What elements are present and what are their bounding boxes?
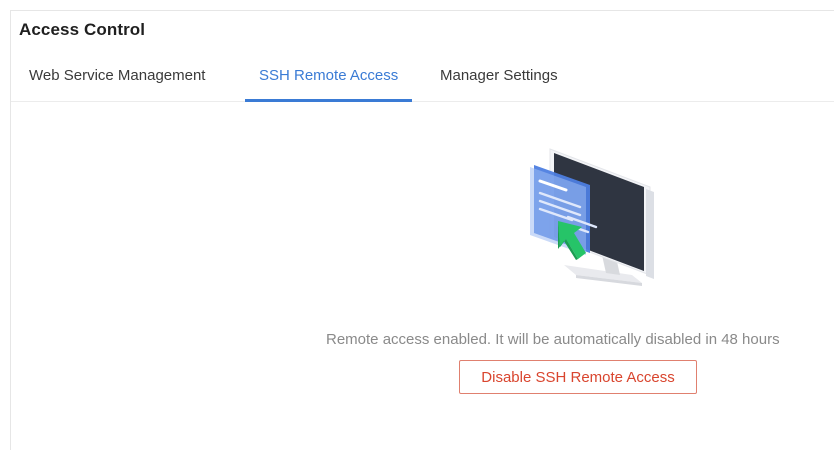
tab-bar: Web Service Management SSH Remote Access… bbox=[11, 63, 834, 102]
tab-ssh-remote-access[interactable]: SSH Remote Access bbox=[259, 67, 398, 84]
disable-ssh-remote-access-button[interactable]: Disable SSH Remote Access bbox=[459, 360, 697, 394]
tab-web-service-management[interactable]: Web Service Management bbox=[29, 67, 205, 84]
page-title: Access Control bbox=[19, 20, 146, 39]
tab-manager-settings[interactable]: Manager Settings bbox=[440, 67, 558, 84]
access-control-panel: Access Control Web Service Management SS… bbox=[10, 10, 834, 450]
remote-access-monitor-illustration bbox=[530, 148, 654, 286]
remote-access-status-message: Remote access enabled. It will be automa… bbox=[326, 331, 780, 348]
active-tab-indicator bbox=[245, 99, 412, 102]
